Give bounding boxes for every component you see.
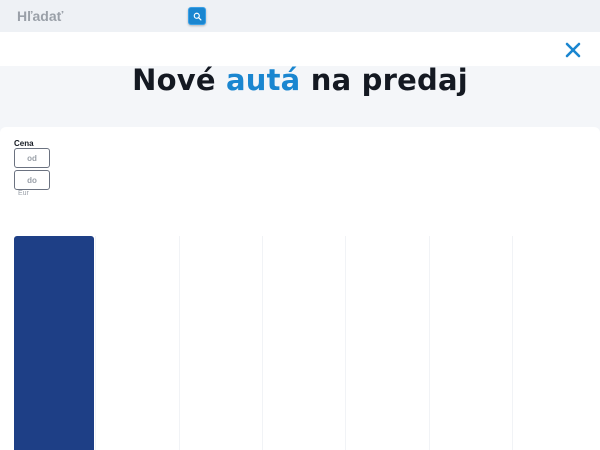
car-card[interactable] — [180, 236, 261, 450]
car-card[interactable] — [430, 236, 511, 450]
page-title: Nové autá na predaj — [0, 63, 600, 97]
car-card[interactable] — [97, 236, 178, 450]
card-divider — [345, 236, 347, 450]
card-divider — [428, 236, 430, 450]
price-currency: Eur — [18, 190, 29, 197]
page-title-part2: na predaj — [300, 63, 468, 97]
price-to-input[interactable] — [14, 170, 50, 190]
card-divider — [178, 236, 180, 450]
card-divider — [261, 236, 263, 450]
car-card[interactable] — [263, 236, 344, 450]
close-icon — [565, 42, 581, 58]
car-card[interactable] — [513, 236, 594, 450]
close-button[interactable] — [563, 40, 583, 60]
card-divider — [95, 236, 97, 450]
car-card[interactable] — [347, 236, 428, 450]
search-bar — [0, 0, 600, 32]
price-filter-label: Cena — [14, 139, 34, 148]
search-button[interactable] — [188, 7, 206, 25]
card-divider — [511, 236, 513, 450]
search-input[interactable] — [6, 4, 184, 28]
page-title-part1: Nové — [132, 63, 226, 97]
price-from-input[interactable] — [14, 148, 50, 168]
page: Nové autá na predaj Cena Eur — [0, 0, 600, 450]
car-card[interactable] — [14, 236, 94, 450]
header-strip — [0, 32, 600, 66]
page-title-accent: autá — [226, 63, 301, 97]
search-icon — [193, 12, 202, 21]
